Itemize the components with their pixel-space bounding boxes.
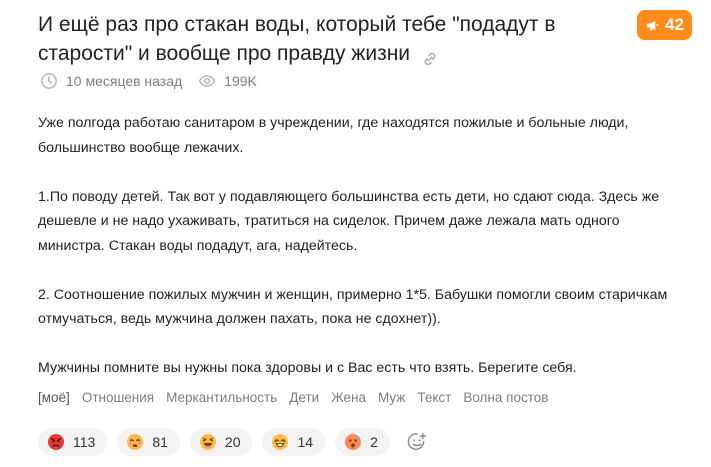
post-time-text: 10 месяцев назад: [66, 73, 183, 89]
eye-icon: [198, 75, 216, 87]
reaction-surprised[interactable]: 2: [335, 428, 390, 456]
tag-list: [моё] Отношения Меркантильность Дети Жен…: [38, 390, 560, 405]
reaction-bar: 113 81 20 14 2: [38, 428, 434, 456]
post-body: Уже полгода работаю санитаром в учрежден…: [38, 111, 678, 405]
post-paragraph: 2. Соотношение пожилых мужчин и женщин, …: [38, 286, 668, 328]
post-paragraph: Мужчины помните вы нужны пока здоровы и …: [38, 360, 577, 376]
post-views: 199K: [198, 72, 257, 90]
surprised-face-icon: [345, 434, 362, 450]
post-paragraph: 1.По поводу детей. Так вот у подавляющег…: [38, 188, 660, 254]
link-icon[interactable]: [422, 46, 438, 66]
reaction-count: 14: [297, 434, 314, 450]
tag-item[interactable]: Отношения: [82, 390, 154, 405]
reaction-count: 113: [73, 434, 96, 450]
tag-item[interactable]: Дети: [289, 390, 319, 405]
post-title[interactable]: И ещё раз про стакан воды, который тебе …: [38, 10, 608, 68]
angry-face-icon: [48, 434, 64, 450]
clock-icon: [41, 73, 57, 89]
tag-item[interactable]: [моё]: [38, 390, 70, 405]
post-views-count: 199K: [224, 73, 257, 89]
reaction-count: 2: [370, 434, 378, 450]
tag-item[interactable]: Текст: [417, 390, 451, 405]
tag-item[interactable]: Муж: [378, 390, 405, 405]
add-emoji-icon: [407, 432, 426, 450]
tag-item[interactable]: Волна постов: [463, 390, 548, 405]
megaphone-icon: [646, 20, 659, 31]
post-meta: 10 месяцев назад 199K: [40, 72, 273, 90]
sad-face-icon: [127, 434, 144, 450]
reaction-count: 20: [224, 434, 241, 450]
tag-item[interactable]: Меркантильность: [166, 390, 277, 405]
laughing-face-icon: [199, 434, 216, 450]
add-reaction-button[interactable]: [400, 428, 434, 456]
rating-badge[interactable]: 42: [637, 10, 692, 40]
reaction-laugh[interactable]: 20: [189, 428, 253, 456]
reaction-smile[interactable]: 14: [262, 428, 326, 456]
reaction-sad[interactable]: 81: [117, 428, 180, 456]
reaction-count: 81: [152, 434, 168, 450]
rating-value: 42: [665, 15, 684, 34]
post-paragraph: Уже полгода работаю санитаром в учрежден…: [38, 115, 629, 156]
post-title-text[interactable]: И ещё раз про стакан воды, который тебе …: [38, 13, 556, 65]
post-time: 10 месяцев назад: [40, 72, 182, 90]
smiling-face-icon: [272, 434, 289, 450]
reaction-angry[interactable]: 113: [38, 428, 108, 456]
tag-item[interactable]: Жена: [331, 390, 366, 405]
